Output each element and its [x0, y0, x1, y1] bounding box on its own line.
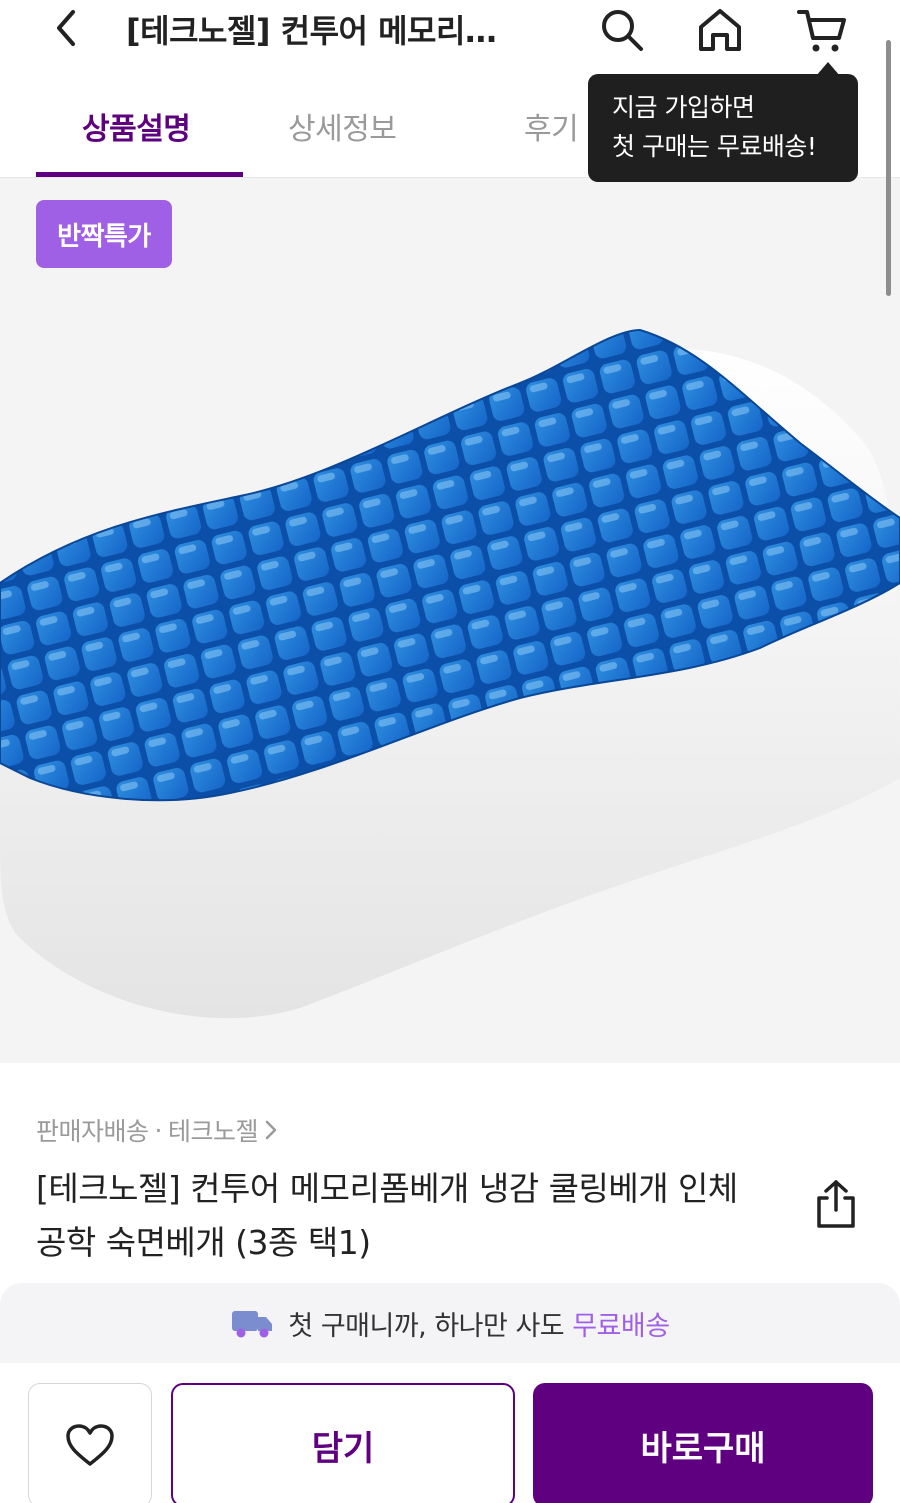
- home-button[interactable]: [694, 4, 746, 56]
- brand-link[interactable]: 테크노젤: [168, 1112, 259, 1148]
- heart-icon: [66, 1424, 114, 1466]
- cart-button[interactable]: [796, 4, 848, 56]
- share-button[interactable]: [808, 1174, 864, 1234]
- add-to-cart-button[interactable]: 담기: [171, 1383, 515, 1503]
- home-icon: [699, 9, 741, 51]
- flash-sale-badge: 반짝특가: [36, 200, 172, 268]
- separator-dot: ·: [154, 1115, 163, 1145]
- search-icon: [602, 10, 643, 51]
- search-button[interactable]: [596, 4, 648, 56]
- chevron-right-icon: [265, 1120, 277, 1140]
- pillow-image: [0, 328, 900, 1019]
- page-title: [테크노젤] 컨투어 메모리…: [126, 12, 497, 50]
- product-name: [테크노젤] 컨투어 메모리폼베개 냉감 쿨링베개 인체공학 숙면베개 (3종 …: [36, 1169, 738, 1262]
- delivery-type: 판매자배송: [36, 1117, 149, 1146]
- active-tab-indicator: [36, 172, 243, 177]
- free-shipping-banner: 첫 구매니까, 하나만 사도 무료배송: [0, 1283, 900, 1363]
- tab-details[interactable]: 상세정보: [288, 104, 397, 148]
- chevron-left-icon: [57, 10, 75, 46]
- seller-info[interactable]: 판매자배송 · 테크노젤: [36, 1112, 278, 1148]
- scrollbar[interactable]: [886, 40, 891, 296]
- app-bar: [테크노젤] 컨투어 메모리…: [0, 0, 900, 70]
- buy-now-button[interactable]: 바로구매: [533, 1383, 873, 1503]
- tooltip-line-1: 지금 가입하면: [612, 93, 755, 122]
- wishlist-button[interactable]: [28, 1383, 152, 1503]
- bottom-action-bar: 담기 바로구매: [0, 1363, 900, 1503]
- delivery-truck-icon: [232, 1311, 273, 1338]
- back-button[interactable]: [44, 6, 88, 50]
- tooltip-line-2: 첫 구매는 무료배송!: [612, 132, 817, 161]
- tab-reviews[interactable]: 후기: [524, 104, 579, 148]
- share-icon: [817, 1180, 855, 1228]
- promo-text: 첫 구매니까, 하나만 사도: [288, 1310, 565, 1342]
- signup-tooltip[interactable]: 지금 가입하면 첫 구매는 무료배송!: [588, 74, 858, 182]
- promo-accent: 무료배송: [572, 1310, 670, 1342]
- product-image[interactable]: 반짝특가: [0, 178, 900, 1063]
- cart-icon: [797, 10, 846, 52]
- tab-description[interactable]: 상품설명: [82, 104, 191, 148]
